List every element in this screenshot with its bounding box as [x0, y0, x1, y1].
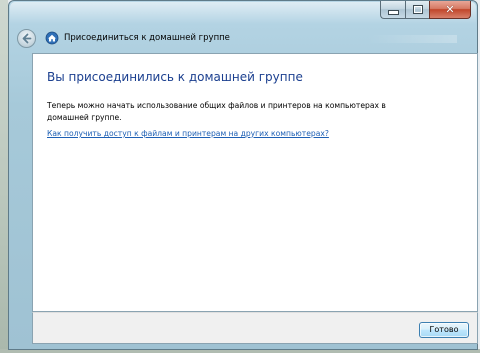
navigation-bar: Присоединиться к домашней группе [17, 27, 230, 49]
caption-buttons: ✕ [380, 1, 471, 19]
minimize-icon [387, 10, 399, 15]
maximize-button[interactable] [405, 1, 429, 19]
help-link-access-files[interactable]: Как получить доступ к файлам и принтерам… [47, 129, 329, 138]
title-glass-reflection [367, 35, 457, 43]
close-button[interactable]: ✕ [429, 1, 471, 19]
back-arrow-icon [22, 33, 32, 43]
done-button[interactable]: Готово [419, 322, 469, 338]
maximize-icon [412, 5, 423, 14]
window-frame: ✕ Присоединиться к домашней группе Вы пр… [8, 0, 478, 350]
content-pane: Вы присоединились к домашней группе Тепе… [32, 53, 478, 312]
window-title: Присоединиться к домашней группе [64, 33, 230, 43]
back-button[interactable] [17, 28, 36, 48]
minimize-button[interactable] [380, 1, 405, 19]
desktop-background [0, 0, 8, 353]
page-heading: Вы присоединились к домашней группе [47, 70, 303, 84]
close-icon: ✕ [445, 3, 455, 16]
homegroup-icon [45, 31, 59, 45]
done-button-label: Готово [429, 325, 459, 334]
description-text: Теперь можно начать использование общих … [47, 101, 386, 122]
command-area: Готово [32, 312, 478, 344]
